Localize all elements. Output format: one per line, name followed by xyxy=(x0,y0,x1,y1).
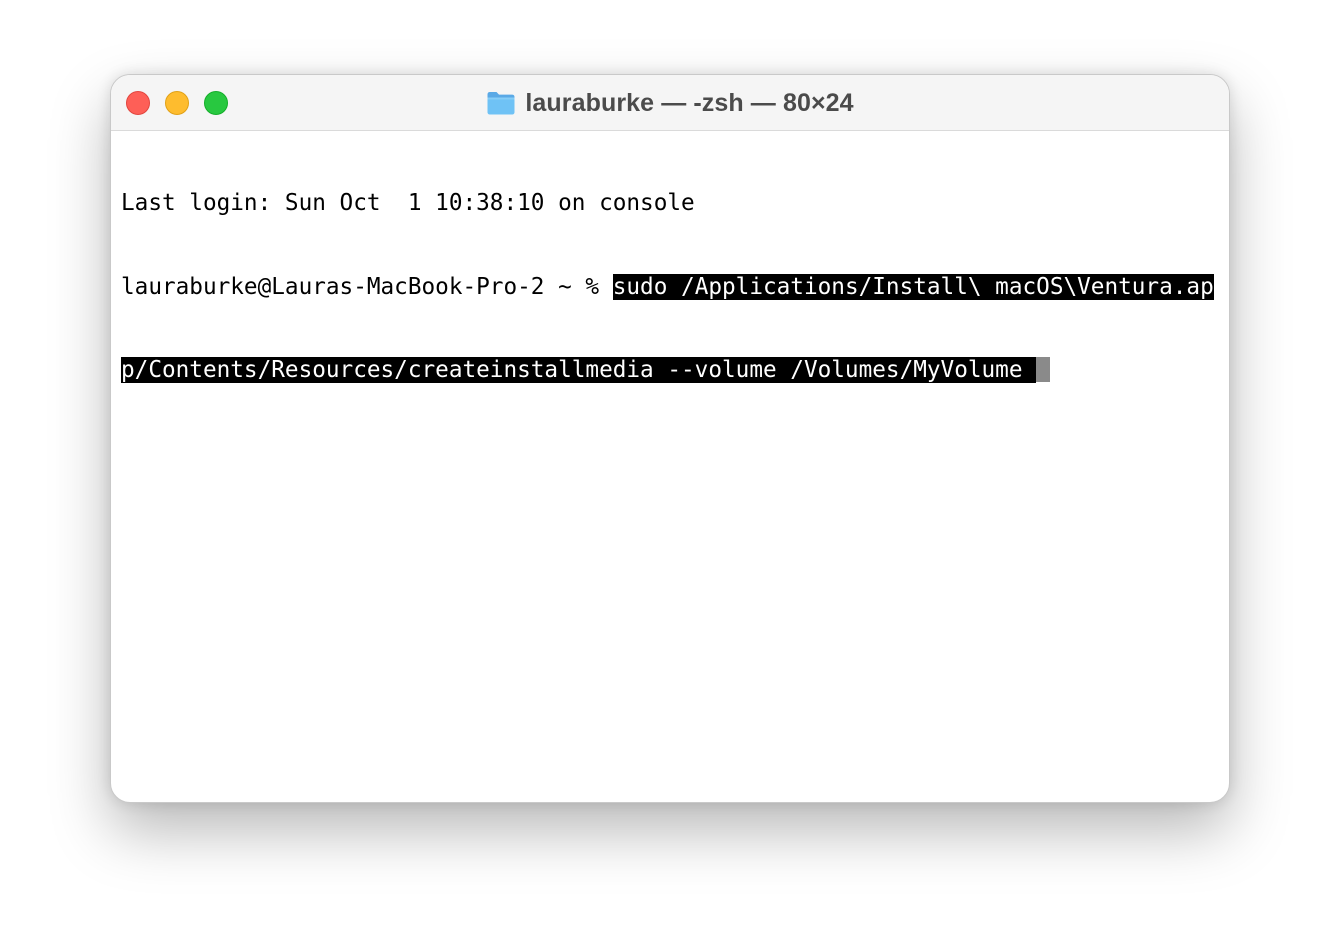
prompt-line: lauraburke@Lauras-MacBook-Pro-2 ~ % sudo… xyxy=(121,273,1229,302)
shell-prompt: lauraburke@Lauras-MacBook-Pro-2 ~ % xyxy=(121,273,613,300)
command-continuation-line: p/Contents/Resources/createinstallmedia … xyxy=(121,356,1229,385)
title-bar[interactable]: lauraburke — -zsh — 80×24 xyxy=(111,75,1229,131)
folder-icon xyxy=(486,90,516,116)
selected-command-part1[interactable]: sudo /Applications/Install\ macOS\Ventur… xyxy=(612,273,1214,300)
last-login-line: Last login: Sun Oct 1 10:38:10 on consol… xyxy=(121,190,695,217)
terminal-content[interactable]: Last login: Sun Oct 1 10:38:10 on consol… xyxy=(121,135,1229,440)
text-cursor xyxy=(1036,356,1051,382)
window-title: lauraburke — -zsh — 80×24 xyxy=(525,88,854,117)
window-title-area: lauraburke — -zsh — 80×24 xyxy=(111,75,1229,131)
terminal-window: lauraburke — -zsh — 80×24 Last login: Su… xyxy=(110,74,1230,803)
selected-command-part2[interactable]: p/Contents/Resources/createinstallmedia … xyxy=(121,356,1037,383)
